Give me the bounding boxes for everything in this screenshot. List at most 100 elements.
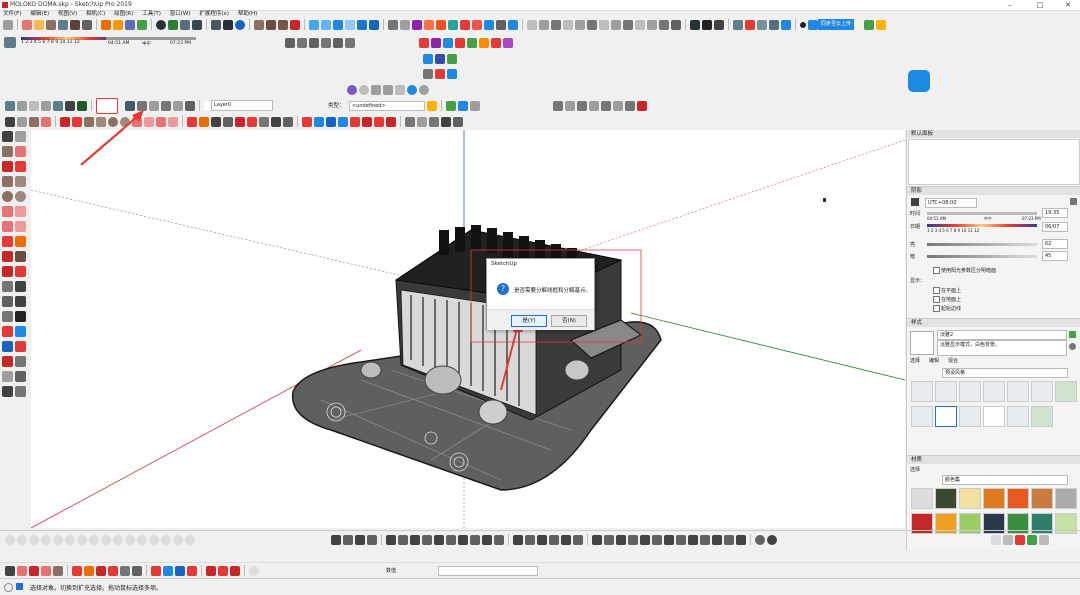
bottom-tool-d-icon[interactable]	[367, 534, 377, 545]
plugin-row4-c-icon[interactable]	[447, 68, 457, 79]
bottom-eraser-icon[interactable]	[17, 565, 27, 576]
style-thumb[interactable]	[983, 381, 1005, 402]
bottom-text-icon[interactable]	[132, 565, 142, 576]
style-thumb[interactable]	[1055, 381, 1077, 402]
view-e-icon[interactable]	[575, 19, 585, 30]
plugin-row2-b-icon[interactable]	[297, 37, 307, 48]
material-section-header[interactable]: 材质	[907, 455, 1080, 464]
menu-tools[interactable]: 工具(T)	[142, 10, 161, 18]
left-polygon-icon[interactable]	[15, 191, 26, 202]
plugin-row3-b-icon[interactable]	[435, 53, 445, 64]
add-icon[interactable]	[156, 19, 166, 30]
eraser-tool-icon[interactable]	[41, 116, 51, 127]
style-desc-input[interactable]: 淡雅显示模式，白色背景。	[937, 340, 1067, 356]
shape-o-icon[interactable]	[173, 534, 183, 545]
mail-icon[interactable]	[223, 19, 233, 30]
bottom-tool-n-icon[interactable]	[494, 534, 504, 545]
rotate-tool-icon[interactable]	[211, 116, 221, 127]
plugin-row5-a-icon[interactable]	[347, 84, 357, 95]
left-rect-icon[interactable]	[2, 176, 13, 187]
plugin-row2-j-icon[interactable]	[455, 37, 465, 48]
yes-button[interactable]: 是(Y)	[511, 315, 547, 327]
frame-icon[interactable]	[357, 19, 367, 30]
shape-g-icon[interactable]	[77, 534, 87, 545]
bottom-tool-aa-icon[interactable]	[664, 534, 674, 545]
style-thumb[interactable]	[959, 406, 981, 427]
save-icon[interactable]	[58, 19, 68, 30]
left-footprint-a-icon[interactable]	[2, 386, 13, 397]
style-thumb-selected[interactable]	[935, 406, 957, 427]
no-button[interactable]: 否(N)	[551, 315, 587, 327]
left-axes-icon[interactable]	[2, 311, 13, 322]
bottom-tool-h-icon[interactable]	[422, 534, 432, 545]
view-m-icon[interactable]	[671, 19, 681, 30]
view-a-icon[interactable]	[527, 19, 537, 30]
left-prev-icon[interactable]	[15, 356, 26, 367]
shadow-toggle-icon[interactable]	[4, 37, 16, 48]
menu-extensions[interactable]: 扩展程序(x)	[199, 10, 229, 18]
menu-camera[interactable]: 相机(C)	[86, 10, 105, 18]
type-select[interactable]: <undefined>	[349, 101, 425, 111]
view-c-icon[interactable]	[551, 19, 561, 30]
wave-icon[interactable]	[309, 19, 319, 30]
bottom-tool-q-icon[interactable]	[537, 534, 547, 545]
left-zoom-extents-icon[interactable]	[2, 356, 13, 367]
bottom-right-a-icon[interactable]	[991, 534, 1001, 545]
maximize-button[interactable]: □	[1030, 0, 1050, 10]
light-input[interactable]: 62	[1042, 239, 1068, 249]
layer-tool-b-icon[interactable]	[446, 100, 456, 111]
pie-tool-icon[interactable]	[168, 116, 178, 127]
left-move-icon[interactable]	[2, 236, 13, 247]
house-d-icon[interactable]	[161, 100, 171, 111]
bottom-tool-g-icon[interactable]	[410, 534, 420, 545]
material-swatch[interactable]	[1031, 488, 1053, 509]
plugin-row2-l-icon[interactable]	[479, 37, 489, 48]
dot-icon[interactable]	[800, 21, 806, 28]
shape-b-icon[interactable]	[17, 534, 27, 545]
share-icon[interactable]	[113, 19, 123, 30]
plugin-g-icon[interactable]	[448, 19, 458, 30]
material-tab-select[interactable]: 选择	[910, 466, 920, 473]
dimension-tool-icon[interactable]	[271, 116, 281, 127]
layout-icon[interactable]	[137, 19, 147, 30]
extra-b-icon[interactable]	[745, 19, 755, 30]
shape-m-icon[interactable]	[149, 534, 159, 545]
plugin-d-icon[interactable]	[290, 19, 300, 30]
style-thumb[interactable]	[1031, 406, 1053, 427]
plugin-row2-n-icon[interactable]	[503, 37, 513, 48]
from-edges-checkbox[interactable]	[933, 305, 940, 312]
style-update-icon[interactable]	[1069, 343, 1076, 350]
cloud-upload-button[interactable]: 同步至云上传	[818, 19, 855, 30]
pencil-icon[interactable]	[388, 19, 398, 30]
plugin-row2-f-icon[interactable]	[345, 37, 355, 48]
left-walk-icon[interactable]	[2, 371, 13, 382]
style-tab-select[interactable]: 选择	[910, 357, 920, 364]
select-arrow-icon[interactable]	[5, 116, 15, 127]
layer-tool-d-icon[interactable]	[470, 100, 480, 111]
plugin-row5-d-icon[interactable]	[383, 84, 393, 95]
bottom-tool-ag-icon[interactable]	[736, 534, 746, 545]
extra-e-icon[interactable]	[781, 19, 791, 30]
left-zoom-window-icon[interactable]	[15, 341, 26, 352]
left-pushpull-icon[interactable]	[15, 236, 26, 247]
cloud-b-icon[interactable]	[333, 19, 343, 30]
use-sun-checkbox[interactable]	[933, 267, 940, 274]
plugin-h-icon[interactable]	[460, 19, 470, 30]
view-l-icon[interactable]	[659, 19, 669, 30]
bottom-tool-x-icon[interactable]	[628, 534, 638, 545]
bottom-arc-icon[interactable]	[41, 565, 51, 576]
style-thumb[interactable]	[1007, 381, 1029, 402]
shape-l-icon[interactable]	[137, 534, 147, 545]
style-name-input[interactable]: 淡雅2	[937, 330, 1067, 340]
bottom-offset-icon[interactable]	[108, 565, 118, 576]
menu-edit[interactable]: 编辑(E)	[30, 10, 49, 18]
time-slider[interactable]	[106, 37, 196, 40]
left-view-icon[interactable]	[65, 100, 75, 111]
plugin-row2-g-icon[interactable]	[419, 37, 429, 48]
bottom-rect-icon[interactable]	[53, 565, 63, 576]
menu-window[interactable]: 窗口(W)	[170, 10, 191, 18]
back-view-icon[interactable]	[53, 100, 63, 111]
left-freehand-icon[interactable]	[15, 161, 26, 172]
axes-tool-icon[interactable]	[441, 116, 451, 127]
component-tool-icon[interactable]	[17, 116, 27, 127]
